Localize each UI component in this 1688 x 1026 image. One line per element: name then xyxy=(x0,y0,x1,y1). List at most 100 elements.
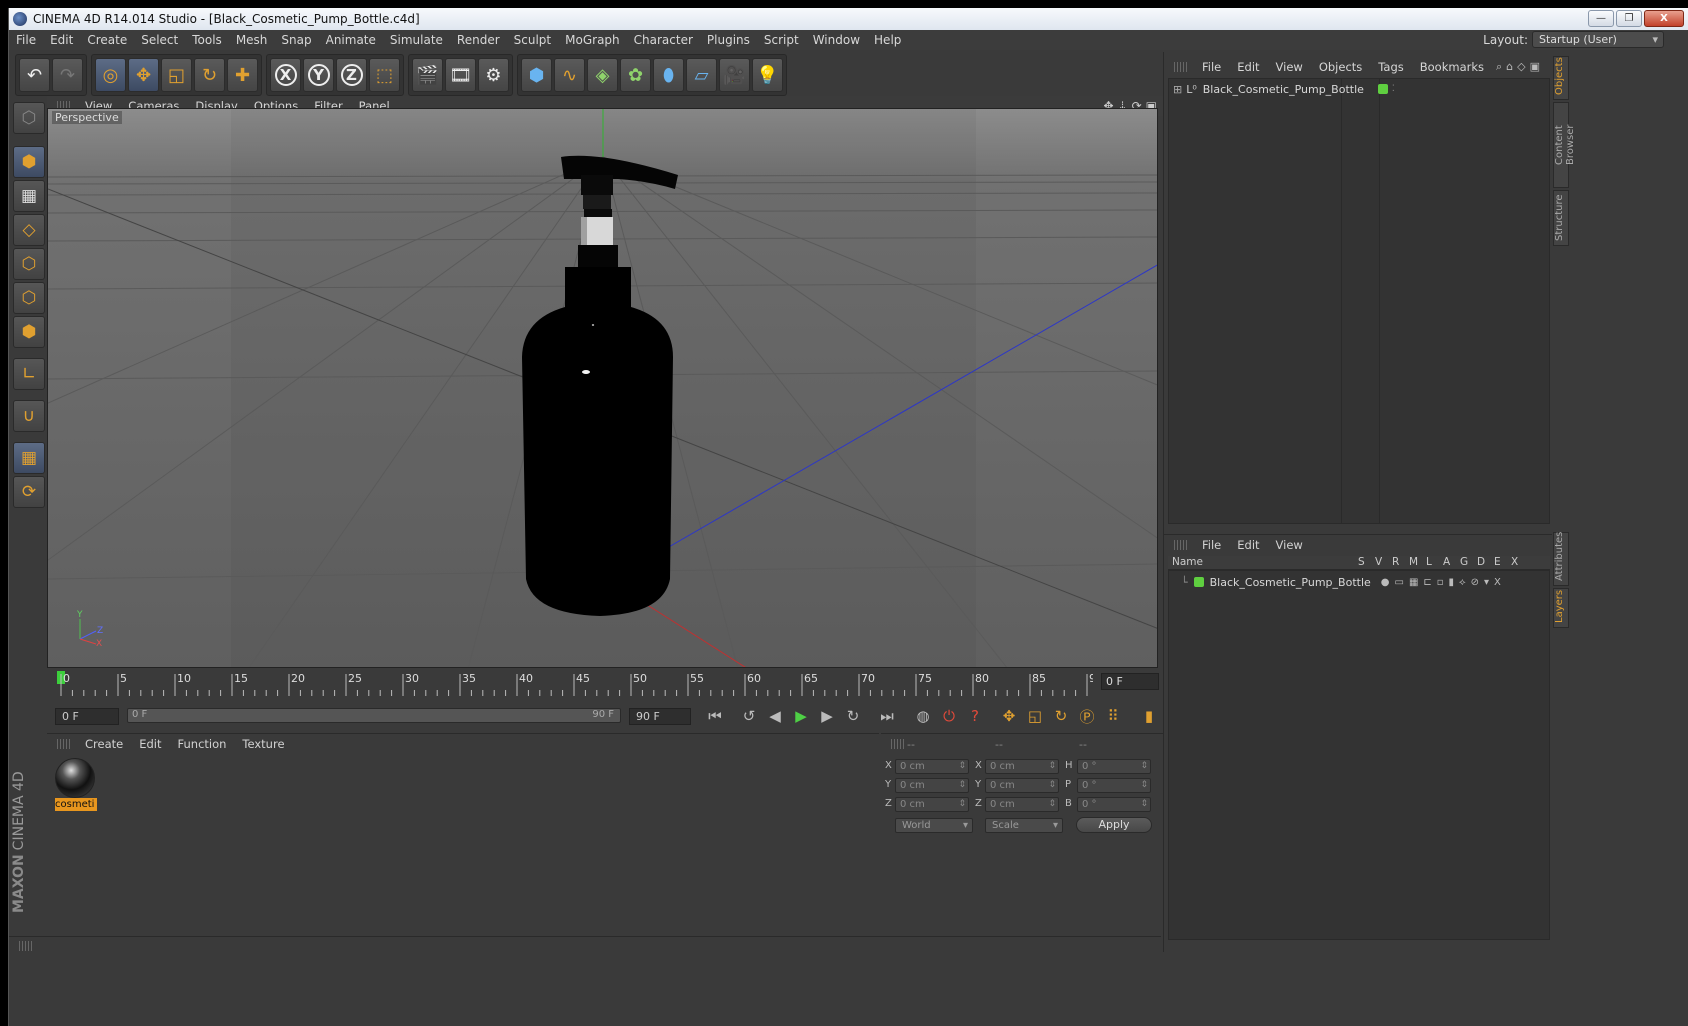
col-expressions[interactable]: E xyxy=(1494,556,1501,568)
points-mode-icon[interactable]: ⬡ xyxy=(13,248,45,280)
live-selection-icon[interactable]: ◎ xyxy=(95,58,126,92)
size-y-field[interactable]: 0 cm xyxy=(985,778,1059,793)
end-frame-field[interactable]: 90 F xyxy=(629,708,691,725)
object-row[interactable]: ⊞ L⁰ Black_Cosmetic_Pump_Bottle ⁚ xyxy=(1169,81,1395,97)
deformer-icon[interactable]: ⬮ xyxy=(653,58,684,92)
menu-animate[interactable]: Animate xyxy=(319,33,383,47)
object-manager-tree[interactable]: ⊞ L⁰ Black_Cosmetic_Pump_Bottle ⁚ xyxy=(1168,78,1550,524)
rotate-icon[interactable]: ↻ xyxy=(194,58,225,92)
layer-color-icon[interactable] xyxy=(1377,84,1388,94)
menu-mograph[interactable]: MoGraph xyxy=(558,33,627,47)
pos-x-field[interactable]: 0 cm xyxy=(895,759,969,774)
menu-plugins[interactable]: Plugins xyxy=(700,33,757,47)
key-rotation-icon[interactable]: ↻ xyxy=(1049,705,1073,727)
scale-icon[interactable]: ◱ xyxy=(161,58,192,92)
object-name[interactable]: Black_Cosmetic_Pump_Bottle xyxy=(1203,83,1364,96)
material-menu-function[interactable]: Function xyxy=(170,737,235,751)
objects-menu-bookmarks[interactable]: Bookmarks xyxy=(1412,60,1492,74)
keyframe-selection-icon[interactable]: ? xyxy=(963,705,987,727)
floor-icon[interactable]: ▱ xyxy=(686,58,717,92)
make-editable-icon[interactable]: ⬡ xyxy=(13,102,45,134)
menu-render[interactable]: Render xyxy=(450,33,507,47)
key-pla-icon[interactable]: ⠿ xyxy=(1101,705,1125,727)
layers-menu-view[interactable]: View xyxy=(1268,538,1311,552)
x-axis-icon[interactable]: X xyxy=(270,58,301,92)
layer-row[interactable]: └ Black_Cosmetic_Pump_Bottle ●▭▦⊏▫▮⟡⊘▾X xyxy=(1169,574,1506,590)
layer-flags-icons[interactable]: ●▭▦⊏▫▮⟡⊘▾X xyxy=(1381,577,1506,588)
rot-h-field[interactable]: 0 ° xyxy=(1077,759,1151,774)
axis-mode-icon[interactable]: ∟ xyxy=(13,358,45,390)
objects-menu-view[interactable]: View xyxy=(1268,60,1311,74)
next-key-icon[interactable]: ↻ xyxy=(841,705,865,727)
pos-y-field[interactable]: 0 cm xyxy=(895,778,969,793)
cube-icon[interactable]: ⬢ xyxy=(521,58,552,92)
workplane-lock-icon[interactable]: ▦ xyxy=(13,442,45,474)
tab-content-browser[interactable]: Content Browser xyxy=(1553,102,1576,188)
menu-create[interactable]: Create xyxy=(80,33,134,47)
workplane-mode-icon[interactable]: ◇ xyxy=(13,214,45,246)
snap-magnet-icon[interactable]: ∪ xyxy=(13,400,45,432)
start-frame-field[interactable]: 0 F xyxy=(55,708,119,725)
texture-mode-icon[interactable]: ▦ xyxy=(13,180,45,212)
coordinate-space-dropdown[interactable]: World xyxy=(895,818,973,833)
size-z-field[interactable]: 0 cm xyxy=(985,797,1059,812)
minimize-button[interactable]: — xyxy=(1588,10,1614,27)
array-icon[interactable]: ✿ xyxy=(620,58,651,92)
y-axis-icon[interactable]: Y xyxy=(303,58,334,92)
move-icon[interactable]: ✥ xyxy=(128,58,159,92)
menu-script[interactable]: Script xyxy=(757,33,806,47)
render-view-icon[interactable]: 🎬 xyxy=(412,58,443,92)
key-parameter-icon[interactable]: Ⓟ xyxy=(1075,705,1099,727)
subdivision-icon[interactable]: ◈ xyxy=(587,58,618,92)
go-to-end-icon[interactable]: ⏭ xyxy=(875,705,899,727)
spline-icon[interactable]: ∿ xyxy=(554,58,585,92)
menu-simulate[interactable]: Simulate xyxy=(383,33,450,47)
menu-help[interactable]: Help xyxy=(867,33,908,47)
model-mode-icon[interactable]: ⬢ xyxy=(13,146,45,178)
go-to-start-icon[interactable]: ⏮ xyxy=(703,705,727,727)
col-locked[interactable]: L xyxy=(1426,556,1432,568)
objects-menu-tags[interactable]: Tags xyxy=(1370,60,1411,74)
menu-sculpt[interactable]: Sculpt xyxy=(507,33,558,47)
record-active-objects-icon[interactable]: ◍ xyxy=(911,705,935,727)
col-xref[interactable]: X xyxy=(1511,556,1518,568)
layer-color-icon[interactable] xyxy=(1193,577,1204,587)
tab-attributes[interactable]: Attributes xyxy=(1553,532,1569,586)
previous-key-icon[interactable]: ↺ xyxy=(737,705,761,727)
key-position-icon[interactable]: ✥ xyxy=(997,705,1021,727)
layout-select[interactable]: Startup (User) xyxy=(1532,31,1664,48)
rot-p-field[interactable]: 0 ° xyxy=(1077,778,1151,793)
material-menu-edit[interactable]: Edit xyxy=(131,737,169,751)
redo-icon[interactable]: ↷ xyxy=(52,58,83,92)
edges-mode-icon[interactable]: ⬡ xyxy=(13,282,45,314)
play-forward-icon[interactable]: ▶ xyxy=(789,705,813,727)
material-name[interactable]: cosmeti xyxy=(55,798,97,811)
render-settings-icon[interactable]: ⚙ xyxy=(478,58,509,92)
col-manager[interactable]: M xyxy=(1409,556,1418,568)
objects-menu-file[interactable]: File xyxy=(1194,60,1229,74)
layers-menu-edit[interactable]: Edit xyxy=(1229,538,1267,552)
timeline-window-icon[interactable]: ▮ xyxy=(1137,705,1161,727)
close-button[interactable]: X xyxy=(1644,10,1684,27)
menu-mesh[interactable]: Mesh xyxy=(229,33,275,47)
previous-frame-icon[interactable]: ◀ xyxy=(763,705,787,727)
menu-file[interactable]: File xyxy=(9,33,43,47)
material-menu-create[interactable]: Create xyxy=(77,737,131,751)
menu-tools[interactable]: Tools xyxy=(185,33,229,47)
menu-select[interactable]: Select xyxy=(134,33,185,47)
coordinate-mode-dropdown[interactable]: Scale xyxy=(985,818,1063,833)
menu-window[interactable]: Window xyxy=(806,33,867,47)
preview-range-slider[interactable]: 0 F 90 F xyxy=(127,708,621,723)
planar-workplane-icon[interactable]: ⟳ xyxy=(13,476,45,508)
objects-menu-edit[interactable]: Edit xyxy=(1229,60,1267,74)
col-deformers[interactable]: D xyxy=(1477,556,1485,568)
pos-z-field[interactable]: 0 cm xyxy=(895,797,969,812)
visibility-dots-icon[interactable]: ⁚ xyxy=(1392,84,1395,94)
menu-character[interactable]: Character xyxy=(627,33,700,47)
undo-icon[interactable]: ↶ xyxy=(19,58,50,92)
autokeying-icon[interactable]: ⏻ xyxy=(937,705,961,727)
polygons-mode-icon[interactable]: ⬢ xyxy=(13,316,45,348)
layers-menu-file[interactable]: File xyxy=(1194,538,1229,552)
material-menu-texture[interactable]: Texture xyxy=(234,737,292,751)
perspective-viewport[interactable]: Y Z X Perspective xyxy=(47,108,1158,668)
